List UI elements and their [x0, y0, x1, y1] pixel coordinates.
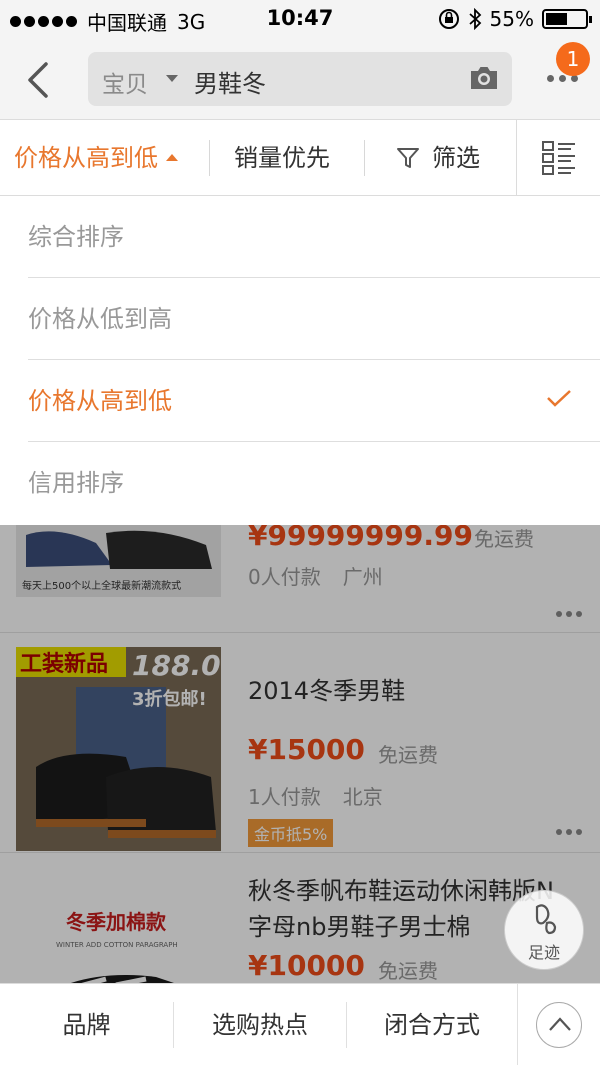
caret-up-icon — [166, 153, 178, 161]
sort-option-price-asc[interactable]: 价格从低到高 — [28, 278, 600, 360]
status-bar: 中国联通 3G 10:47 55% — [0, 0, 600, 40]
chevron-up-icon — [549, 1017, 571, 1031]
battery-fill — [546, 13, 567, 25]
footprint-label: 足迹 — [527, 943, 560, 962]
filter-brand-button[interactable]: 品牌 — [0, 984, 173, 1065]
divider — [209, 140, 210, 176]
filter-button[interactable]: 筛选 — [396, 120, 480, 196]
expand-filters-button[interactable] — [536, 1002, 582, 1048]
sort-bar: 价格从高到低 销量优先 筛选 — [0, 120, 600, 196]
battery-icon — [542, 9, 592, 29]
bottom-filter-bar: 品牌 选购热点 闭合方式 — [0, 983, 600, 1065]
back-button[interactable] — [16, 54, 60, 104]
sort-active-label: 价格从高到低 — [14, 144, 158, 172]
divider — [364, 140, 365, 176]
chevron-left-icon — [28, 62, 48, 98]
sort-option-price-desc[interactable]: 价格从高到低 — [28, 360, 600, 442]
filter-hot-picks-button[interactable]: 选购热点 — [174, 984, 346, 1065]
search-scope-selector[interactable]: 宝贝 — [102, 65, 148, 99]
footprint-icon — [535, 904, 557, 935]
sort-option-credit[interactable]: 信用排序 — [28, 442, 600, 524]
search-bar[interactable]: 宝贝 男鞋冬 — [88, 52, 512, 106]
nav-bar: 宝贝 男鞋冬 1 — [0, 40, 600, 120]
filter-closure-button[interactable]: 闭合方式 — [347, 984, 517, 1065]
sort-dropdown: 综合排序 价格从低到高 价格从高到低 信用排序 — [0, 196, 600, 525]
orientation-lock-icon — [438, 9, 459, 29]
bluetooth-icon — [468, 8, 481, 30]
list-view-toggle[interactable] — [516, 120, 600, 196]
sort-option-label: 价格从高到低 — [28, 387, 172, 415]
caret-down-icon — [166, 75, 178, 82]
list-view-icon — [542, 141, 575, 175]
sort-price-desc-tab[interactable]: 价格从高到低 — [14, 120, 178, 196]
filter-label: 筛选 — [432, 144, 480, 172]
sort-sales-tab[interactable]: 销量优先 — [234, 120, 330, 196]
sort-option-default[interactable]: 综合排序 — [28, 196, 600, 278]
footprint-button[interactable]: 足迹 — [504, 890, 584, 970]
search-input[interactable]: 男鞋冬 — [194, 64, 266, 99]
camera-icon[interactable] — [468, 64, 500, 92]
checkmark-icon — [547, 390, 571, 407]
notification-badge: 1 — [556, 42, 590, 76]
divider — [517, 984, 518, 1065]
funnel-icon — [397, 148, 419, 168]
battery-percent: 55% — [489, 7, 534, 31]
